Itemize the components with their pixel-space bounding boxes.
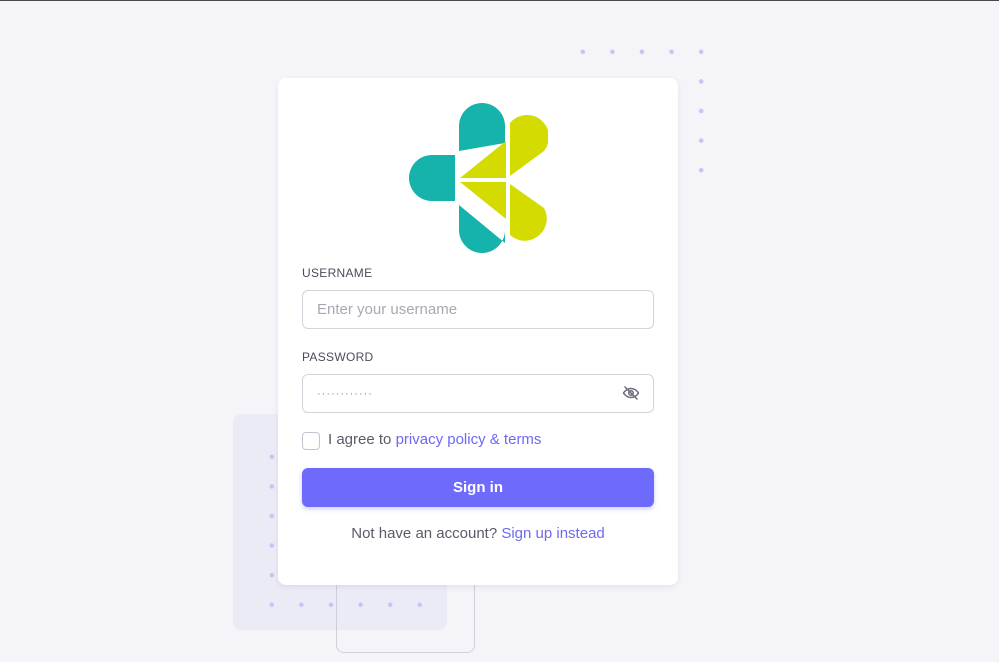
privacy-terms-link[interactable]: privacy policy & terms [396, 431, 542, 448]
agree-checkbox[interactable] [302, 432, 320, 450]
password-label: PASSWORD [302, 350, 374, 364]
username-input[interactable] [302, 290, 654, 329]
sign-up-link[interactable]: Sign up instead [501, 525, 604, 542]
login-card: USERNAME PASSWORD I agree to privacy pol… [278, 78, 678, 585]
sign-in-button[interactable]: Sign in [302, 468, 654, 507]
username-label: USERNAME [302, 266, 373, 280]
password-input[interactable] [302, 374, 654, 413]
brand-logo-icon [409, 103, 548, 253]
agree-text: I agree to privacy policy & terms [328, 431, 541, 448]
signup-prompt: Not have an account? Sign up instead [278, 525, 678, 542]
agree-prefix: I agree to [328, 431, 392, 448]
eye-off-icon[interactable] [622, 384, 640, 402]
signup-prefix: Not have an account? [351, 525, 498, 542]
